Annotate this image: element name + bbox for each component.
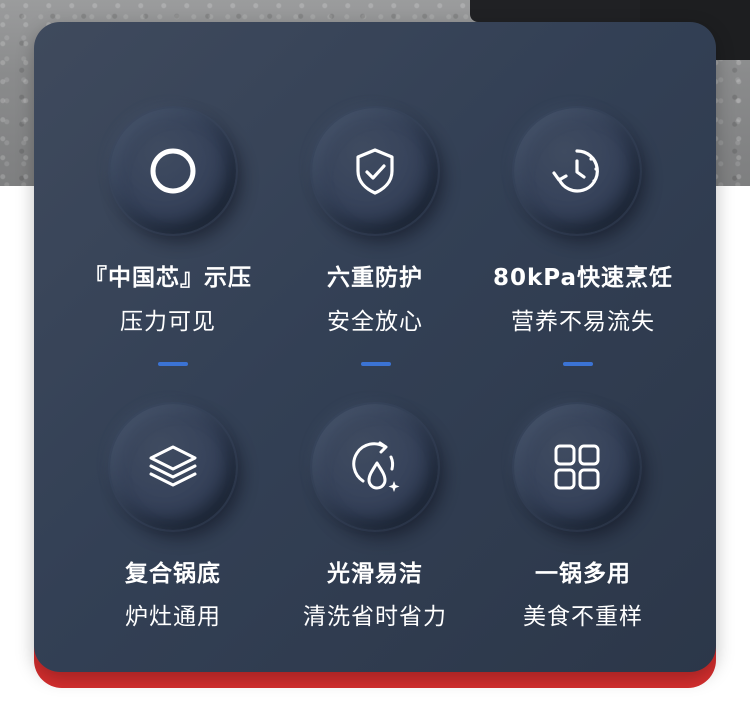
feature-2-icon-circle <box>312 108 438 234</box>
background-appliance-top <box>470 0 650 22</box>
divider-dash <box>158 362 188 366</box>
feature-3-subtitle: 营养不易流失 <box>511 309 655 335</box>
feature-6-icon-circle <box>514 404 640 530</box>
clock-arrow-icon <box>552 149 599 193</box>
divider-dash <box>361 362 391 366</box>
grid-squares-icon <box>554 444 600 490</box>
water-drop-cycle-icon <box>352 441 400 492</box>
shield-check-icon <box>356 148 394 195</box>
feature-6-title: 一锅多用 <box>535 561 631 587</box>
feature-3-icon-circle <box>514 108 640 234</box>
ring-icon <box>150 148 196 194</box>
feature-6-subtitle: 美食不重样 <box>523 604 643 630</box>
divider-dash <box>563 362 593 366</box>
feature-5-icon-circle <box>312 404 438 530</box>
feature-1-icon-circle <box>110 108 236 234</box>
layers-icon <box>149 445 197 487</box>
feature-3-title: 80kPa快速烹饪 <box>492 265 674 291</box>
feature-4-icon-circle <box>110 404 236 530</box>
